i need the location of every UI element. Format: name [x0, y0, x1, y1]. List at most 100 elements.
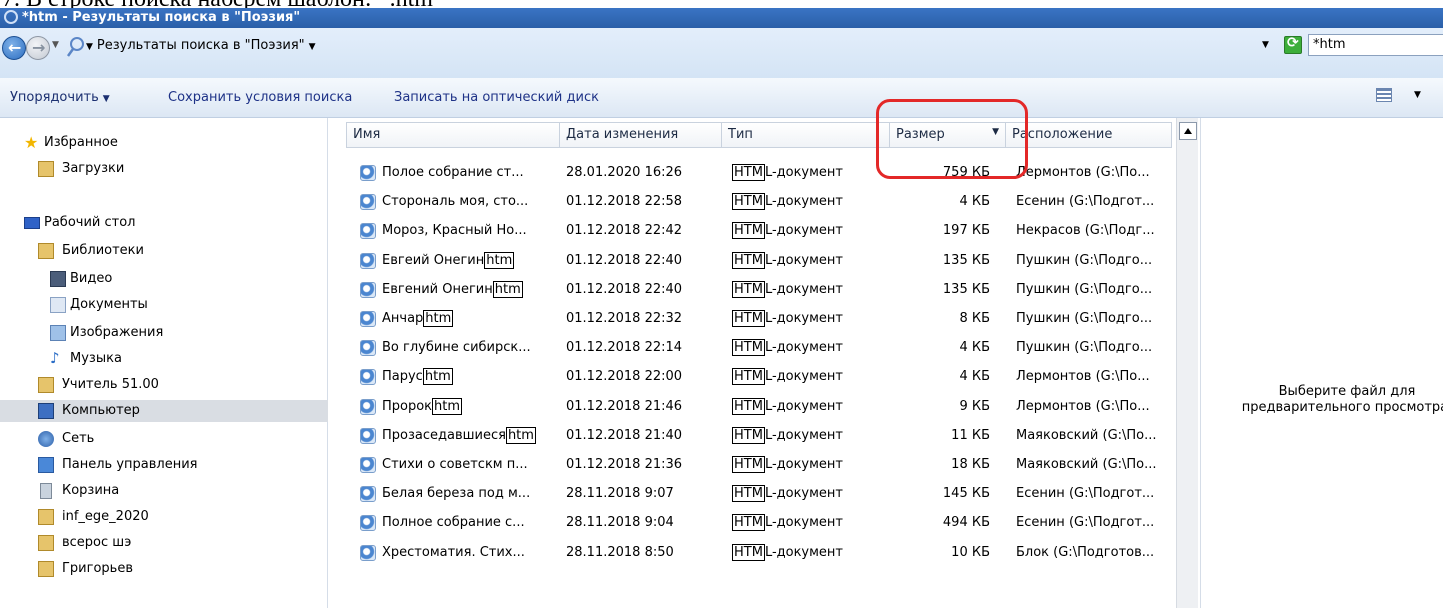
nav-item-control-panel[interactable]: Панель управления: [0, 454, 328, 476]
downloads-folder-icon: [38, 161, 54, 177]
nav-item-user[interactable]: Учитель 51.00: [0, 374, 328, 396]
change-view-icon[interactable]: [1376, 88, 1392, 102]
nav-label: Изображения: [70, 325, 164, 340]
file-row[interactable]: Евгений Онегин htm 01.12.2018 22:40 HTM L-до…: [336, 275, 1176, 305]
address-bar: ← → ▼ ▼Результаты поиска в "Поэзия"▼ ▼ *…: [0, 28, 1443, 78]
file-name-text: Сторональ моя, сто...: [382, 194, 529, 210]
html-file-icon: [360, 340, 376, 357]
file-type: HTM L-документ: [732, 164, 843, 181]
nav-item-pictures[interactable]: Изображения: [0, 322, 328, 344]
file-row[interactable]: Анчар htm 01.12.2018 22:32 HTM L-документ 8 К…: [336, 304, 1176, 334]
file-row[interactable]: Евгеий Онегин htm 01.12.2018 22:40 HTM L-док…: [336, 246, 1176, 276]
nav-item-network[interactable]: Сеть: [0, 428, 328, 450]
file-size: 494 КБ: [942, 515, 990, 531]
file-location: Есенин (G:\Подгот...: [1016, 194, 1155, 210]
file-date: 28.01.2020 16:26: [566, 165, 683, 180]
file-row[interactable]: Полое собрание ст... 28.01.2020 16:26 HTM L…: [336, 158, 1176, 188]
organize-label: Упорядочить: [10, 90, 99, 105]
column-header-name[interactable]: Имя: [346, 122, 560, 148]
nav-label: Сеть: [62, 431, 95, 446]
command-toolbar: Упорядочить ▼ Сохранить условия поиска За…: [0, 78, 1443, 118]
html-file-icon: [360, 165, 376, 181]
file-size: 11 КБ: [951, 427, 990, 443]
file-type: HTM L-документ: [732, 251, 843, 269]
column-header-type[interactable]: Тип: [722, 122, 890, 148]
column-header-date[interactable]: Дата изменения: [560, 122, 722, 148]
file-location: Есенин (G:\Подгот...: [1016, 486, 1155, 502]
file-size: 4 КБ: [959, 340, 990, 356]
back-button[interactable]: ←: [2, 36, 26, 60]
history-dropdown-icon[interactable]: ▼: [52, 40, 59, 50]
type-match-highlight: HTM: [732, 193, 765, 211]
file-location: Блок (G:\Подготов...: [1016, 544, 1155, 560]
file-row[interactable]: Парус htm 01.12.2018 22:00 HTM L-документ 4 К…: [336, 362, 1176, 392]
file-type: HTM L-документ: [732, 368, 843, 386]
address-dropdown-icon[interactable]: ▼: [309, 42, 316, 52]
file-type: HTM L-документ: [732, 426, 843, 444]
file-date: 01.12.2018 22:14: [566, 340, 683, 356]
nav-item-documents[interactable]: Документы: [0, 294, 328, 316]
save-search-button[interactable]: Сохранить условия поиска: [168, 90, 352, 105]
file-row[interactable]: Стихи о советскм п... 01.12.2018 21:36 HTM…: [336, 450, 1176, 480]
nav-item-desktop[interactable]: Рабочий стол: [0, 212, 328, 234]
file-row[interactable]: Прозаседавшиеся htm 01.12.2018 21:40 HTM L-д…: [336, 421, 1176, 451]
vertical-scrollbar[interactable]: [1176, 118, 1198, 608]
organize-dropdown-icon: ▼: [102, 94, 110, 104]
file-row[interactable]: Мороз, Красный Но... 01.12.2018 22:42 HTM L…: [336, 216, 1176, 246]
window-titlebar[interactable]: *htm - Результаты поиска в "Поэзия": [0, 8, 1443, 28]
nav-item-recycle-bin[interactable]: Корзина: [0, 480, 328, 502]
file-type-rest: L-документ: [764, 340, 844, 356]
file-type-rest: L-документ: [764, 398, 844, 414]
nav-label: Видео: [70, 271, 113, 286]
file-location: Лермонтов (G:\По...: [1016, 165, 1150, 180]
file-type: HTM L-документ: [732, 397, 844, 415]
file-name: Полое собрание ст...: [382, 165, 524, 180]
file-name: Парус htm: [382, 368, 453, 386]
search-match-highlight: htm: [505, 426, 536, 444]
file-date: 01.12.2018 22:42: [566, 223, 683, 239]
file-location: Маяковский (G:\По...: [1016, 427, 1157, 443]
file-name: Стихи о советскм п...: [382, 457, 528, 472]
file-location: Пушкин (G:\Подго...: [1016, 252, 1153, 268]
file-row[interactable]: Сторональ моя, сто... 01.12.2018 22:58 HTM…: [336, 187, 1176, 217]
address-history-dropdown-icon[interactable]: ▼: [1262, 40, 1269, 50]
file-row[interactable]: Хрестоматия. Стих... 28.11.2018 8:50 HTM L-…: [336, 538, 1176, 568]
documents-library-icon: [50, 297, 66, 313]
column-header-location[interactable]: Расположение: [1006, 122, 1172, 148]
search-window-icon: [4, 10, 18, 24]
search-input[interactable]: *htm: [1308, 34, 1443, 56]
organize-button[interactable]: Упорядочить ▼: [10, 90, 110, 105]
nav-item-favorites[interactable]: ★ Избранное: [0, 132, 328, 154]
search-match-highlight: htm: [492, 280, 523, 298]
file-row[interactable]: Пророк htm 01.12.2018 21:46 HTM L-документ 9 …: [336, 392, 1176, 422]
scroll-up-button[interactable]: [1179, 122, 1197, 140]
nav-item-computer[interactable]: Компьютер: [0, 400, 328, 422]
document-caption-cropped: 7. В строке поиска наберем шаблон: *.htm: [0, 0, 1443, 8]
forward-button[interactable]: →: [26, 36, 50, 60]
nav-label: всерос шэ: [62, 535, 132, 550]
file-location: Пушкин (G:\Подго...: [1016, 311, 1153, 326]
nav-item-music[interactable]: ♪ Музыка: [0, 348, 328, 370]
burn-disc-button[interactable]: Записать на оптический диск: [394, 90, 599, 105]
nav-label: Григорьев: [62, 561, 133, 576]
file-name-text: Белая береза под м...: [382, 486, 531, 502]
file-row[interactable]: Во глубине сибирск... 01.12.2018 22:14 HTM…: [336, 333, 1176, 363]
refresh-button[interactable]: [1284, 35, 1302, 54]
file-date: 01.12.2018 22:58: [566, 194, 683, 210]
address-path[interactable]: ▼ Результаты поиска в "Поэзия" ▼: [86, 38, 316, 53]
nav-item-video[interactable]: Видео: [0, 268, 328, 290]
nav-item-downloads[interactable]: Загрузки: [0, 158, 328, 180]
file-size: 135 КБ: [942, 281, 990, 297]
file-type: HTM L-документ: [732, 222, 843, 240]
navigation-pane: ★ Избранное Загрузки Рабочий стол Библио…: [0, 118, 328, 608]
nav-item-folder-inf[interactable]: inf_ege_2020: [0, 506, 328, 528]
search-match-highlight: htm: [484, 251, 515, 269]
nav-label: Панель управления: [62, 457, 198, 472]
file-row[interactable]: Полное собрание с... 28.11.2018 9:04 HTM L-…: [336, 508, 1176, 538]
nav-item-libraries[interactable]: Библиотеки: [0, 240, 328, 262]
nav-item-folder-grigoriev[interactable]: Григорьев: [0, 558, 328, 580]
window-title: *htm - Результаты поиска в "Поэзия": [22, 10, 301, 25]
view-dropdown-icon[interactable]: ▼: [1414, 90, 1421, 100]
file-row[interactable]: Белая береза под м... 28.11.2018 9:07 HTM L…: [336, 479, 1176, 509]
nav-item-folder-vseros[interactable]: всерос шэ: [0, 532, 328, 554]
